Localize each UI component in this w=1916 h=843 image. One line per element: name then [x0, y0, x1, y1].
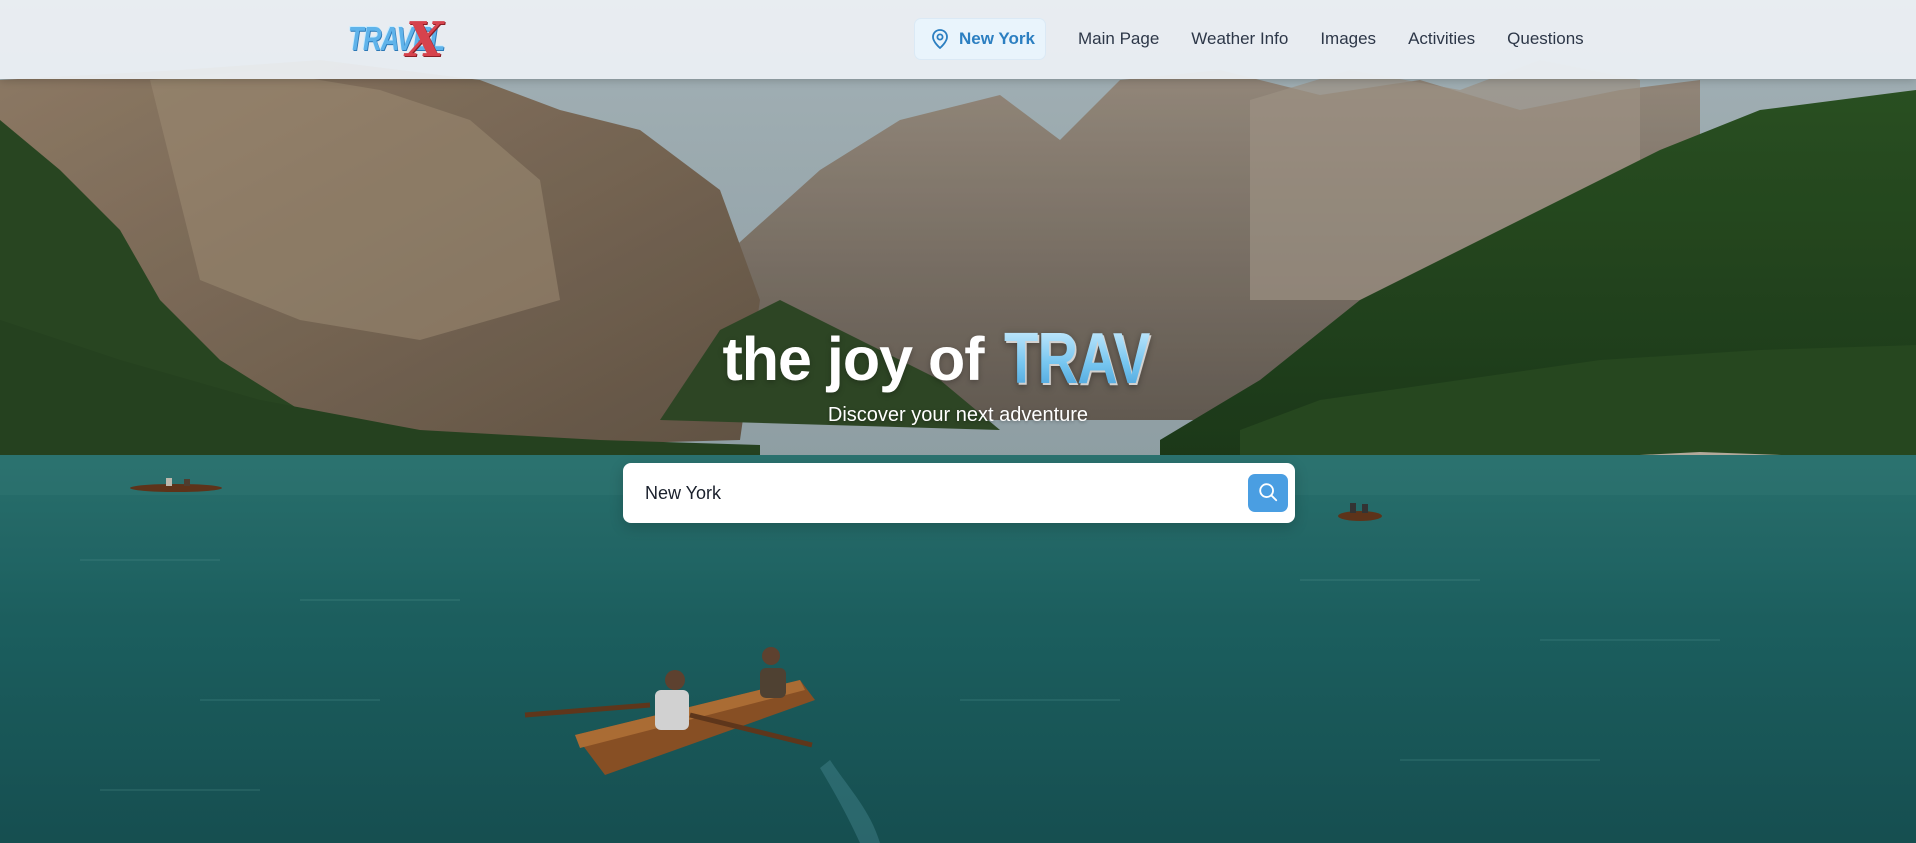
location-button[interactable]: New York — [914, 18, 1046, 60]
map-pin-icon — [931, 29, 949, 50]
hero-title-lead: the joy of — [722, 325, 984, 393]
logo-mark: X — [406, 12, 444, 68]
hero-title: the joy of TRAVEL — [0, 318, 1916, 400]
search-button[interactable] — [1248, 474, 1288, 512]
nav-questions[interactable]: Questions — [1507, 28, 1584, 50]
location-label: New York — [959, 29, 1035, 48]
nav-images[interactable]: Images — [1320, 28, 1376, 50]
travelx-logo[interactable]: TRAVEL X — [348, 12, 460, 68]
hero-subtitle: Discover your next adventure — [827, 404, 1089, 426]
search-input[interactable] — [645, 463, 1225, 523]
nav-activities[interactable]: Activities — [1408, 28, 1475, 50]
nav-weather-info[interactable]: Weather Info — [1191, 28, 1288, 50]
nav-main-page[interactable]: Main Page — [1078, 28, 1159, 50]
hero-title-accent: TRAVEL — [1003, 319, 1221, 399]
top-navbar: TRAVEL X New York Main Page Weather Info… — [0, 0, 1916, 79]
main-nav: Main Page Weather Info Images Activities… — [1078, 28, 1584, 50]
search-bar — [623, 463, 1295, 523]
search-icon — [1257, 481, 1279, 506]
